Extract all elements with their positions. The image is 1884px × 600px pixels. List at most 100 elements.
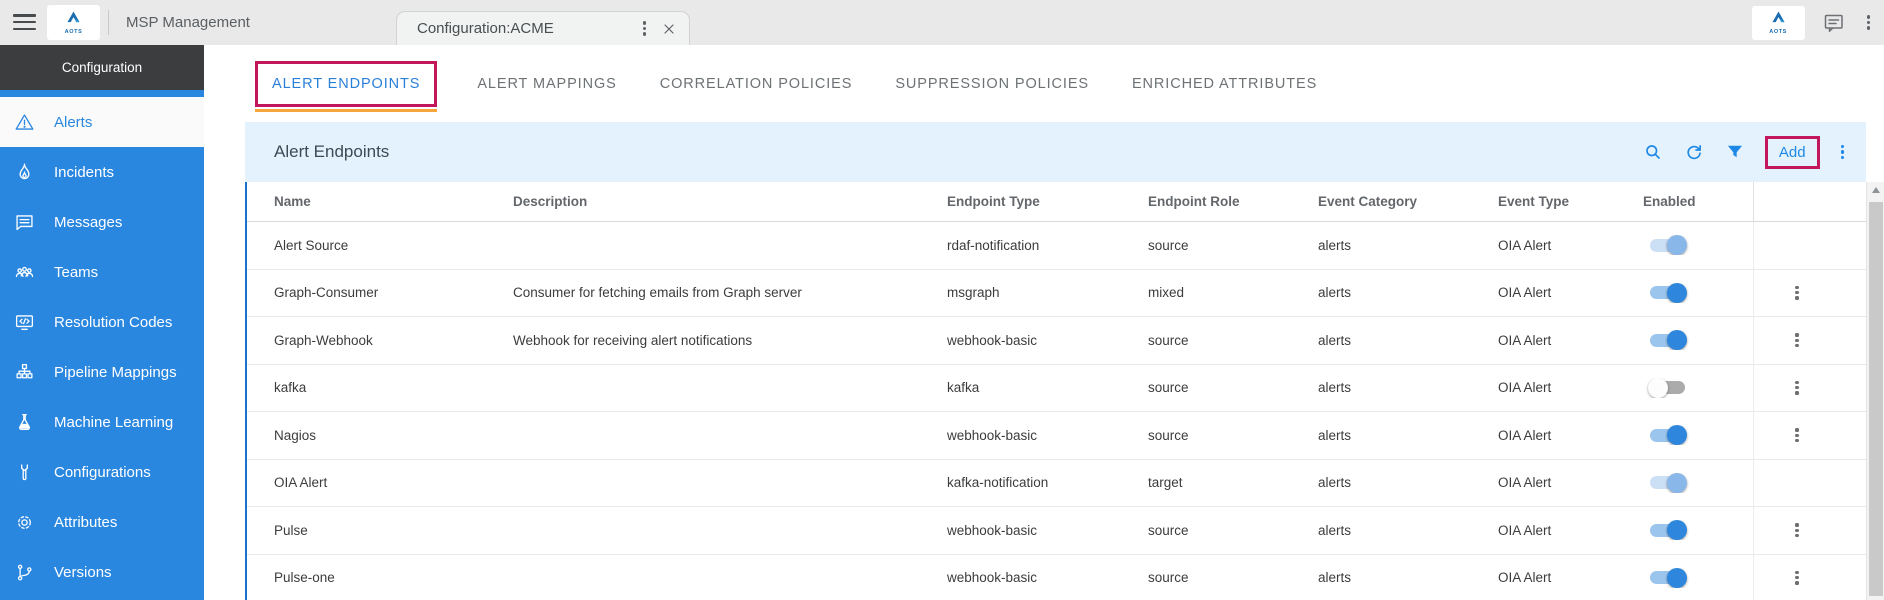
cell-event-type: OIA Alert bbox=[1498, 475, 1643, 490]
sidebar-item-pipeline-mappings[interactable]: Pipeline Mappings bbox=[0, 347, 204, 397]
table-header-row: Name Description Endpoint Type Endpoint … bbox=[247, 182, 1866, 222]
cell-endpoint-type: msgraph bbox=[947, 285, 1148, 300]
main-tab-suppression-policies[interactable]: SUPPRESSION POLICIES bbox=[892, 61, 1092, 107]
sidebar-item-teams[interactable]: Teams bbox=[0, 247, 204, 297]
cell-event-category: alerts bbox=[1318, 523, 1498, 538]
resolution-codes-icon bbox=[14, 312, 35, 333]
cell-event-type: OIA Alert bbox=[1498, 523, 1643, 538]
table-toolbar: Alert Endpoints Add bbox=[245, 122, 1866, 182]
cell-endpoint-type: webhook-basic bbox=[947, 428, 1148, 443]
cell-actions bbox=[1753, 365, 1866, 412]
vertical-scrollbar[interactable] bbox=[1866, 182, 1884, 600]
tab-msp-management[interactable]: MSP Management bbox=[126, 0, 250, 45]
cell-name: Graph-Consumer bbox=[274, 285, 513, 300]
row-menu-icon[interactable] bbox=[1792, 425, 1801, 445]
cell-event-type: OIA Alert bbox=[1498, 238, 1643, 253]
sidebar-item-messages[interactable]: Messages bbox=[0, 197, 204, 247]
refresh-icon[interactable] bbox=[1683, 141, 1705, 163]
sidebar-item-versions[interactable]: Versions bbox=[0, 547, 204, 597]
row-menu-icon[interactable] bbox=[1792, 568, 1801, 588]
column-header-endpoint-role: Endpoint Role bbox=[1148, 194, 1318, 209]
cell-name: OIA Alert bbox=[274, 475, 513, 490]
column-header-description: Description bbox=[513, 194, 947, 209]
tab-close-icon[interactable] bbox=[661, 21, 677, 37]
sidebar-header: Configuration bbox=[0, 45, 204, 90]
app-logo[interactable]: AOTS bbox=[47, 5, 100, 40]
sidebar-item-label: Pipeline Mappings bbox=[54, 364, 177, 381]
enabled-toggle[interactable] bbox=[1649, 378, 1686, 398]
pipeline-mappings-icon bbox=[14, 362, 35, 383]
cell-event-type: OIA Alert bbox=[1498, 428, 1643, 443]
main-tab-label: CORRELATION POLICIES bbox=[660, 76, 853, 92]
cell-endpoint-role: source bbox=[1148, 570, 1318, 585]
cell-enabled bbox=[1643, 520, 1753, 540]
main-tab-label: ENRICHED ATTRIBUTES bbox=[1132, 76, 1317, 92]
cell-actions bbox=[1753, 460, 1866, 507]
sidebar-item-alerts[interactable]: Alerts bbox=[0, 97, 204, 147]
tab-menu-icon[interactable] bbox=[643, 21, 646, 36]
main-tab-enriched-attributes[interactable]: ENRICHED ATTRIBUTES bbox=[1129, 61, 1320, 107]
cell-endpoint-type: rdaf-notification bbox=[947, 238, 1148, 253]
sidebar-item-label: Incidents bbox=[54, 164, 114, 181]
menu-icon[interactable] bbox=[13, 14, 36, 34]
sidebar-item-attributes[interactable]: Attributes bbox=[0, 497, 204, 547]
row-menu-icon[interactable] bbox=[1792, 378, 1801, 398]
sidebar-item-incidents[interactable]: Incidents bbox=[0, 147, 204, 197]
sidebar-item-configurations[interactable]: Configurations bbox=[0, 447, 204, 497]
main-tab-label: ALERT ENDPOINTS bbox=[272, 76, 420, 92]
cell-event-category: alerts bbox=[1318, 285, 1498, 300]
main-tab-label: ALERT MAPPINGS bbox=[477, 76, 616, 92]
cell-description: Webhook for receiving alert notification… bbox=[513, 333, 947, 348]
enabled-toggle[interactable] bbox=[1649, 330, 1686, 350]
more-options-icon[interactable] bbox=[1863, 11, 1874, 34]
chat-icon[interactable] bbox=[1822, 11, 1846, 35]
aots-home-button[interactable]: AOTS bbox=[1752, 6, 1805, 40]
filter-icon[interactable] bbox=[1724, 141, 1746, 163]
cell-enabled bbox=[1643, 378, 1753, 398]
cell-event-category: alerts bbox=[1318, 238, 1498, 253]
cell-endpoint-role: source bbox=[1148, 523, 1318, 538]
main-tab-alert-endpoints[interactable]: ALERT ENDPOINTS bbox=[255, 61, 437, 107]
table-row-graph-consumer: Graph-Consumer Consumer for fetching ema… bbox=[247, 270, 1866, 318]
search-icon[interactable] bbox=[1642, 141, 1664, 163]
sidebar-item-label: Machine Learning bbox=[54, 414, 173, 431]
enabled-toggle[interactable] bbox=[1649, 235, 1686, 255]
enabled-toggle[interactable] bbox=[1649, 425, 1686, 445]
enabled-toggle[interactable] bbox=[1649, 520, 1686, 540]
cell-name: Alert Source bbox=[274, 238, 513, 253]
scrollbar-thumb[interactable] bbox=[1869, 202, 1883, 596]
enabled-toggle[interactable] bbox=[1649, 568, 1686, 588]
sidebar-item-label: Teams bbox=[54, 264, 98, 281]
table-row-graph-webhook: Graph-Webhook Webhook for receiving aler… bbox=[247, 317, 1866, 365]
row-menu-icon[interactable] bbox=[1792, 520, 1801, 540]
column-header-enabled: Enabled bbox=[1643, 194, 1753, 209]
cell-endpoint-type: webhook-basic bbox=[947, 333, 1148, 348]
versions-icon bbox=[14, 562, 35, 583]
cell-name: Graph-Webhook bbox=[274, 333, 513, 348]
row-menu-icon[interactable] bbox=[1792, 283, 1801, 303]
sidebar: Configuration Alerts Incidents Messages … bbox=[0, 45, 204, 600]
cell-event-category: alerts bbox=[1318, 475, 1498, 490]
aots-logo-icon bbox=[65, 10, 82, 30]
enabled-toggle[interactable] bbox=[1649, 283, 1686, 303]
add-button[interactable]: Add bbox=[1765, 136, 1820, 169]
cell-description: Consumer for fetching emails from Graph … bbox=[513, 285, 947, 300]
cell-actions bbox=[1753, 507, 1866, 554]
enabled-toggle[interactable] bbox=[1649, 473, 1686, 493]
main-tab-alert-mappings[interactable]: ALERT MAPPINGS bbox=[474, 61, 619, 107]
row-menu-icon[interactable] bbox=[1792, 330, 1801, 350]
cell-enabled bbox=[1643, 425, 1753, 445]
sidebar-items: Alerts Incidents Messages Teams Resoluti… bbox=[0, 90, 204, 597]
sidebar-item-machine-learning[interactable]: Machine Learning bbox=[0, 397, 204, 447]
sidebar-item-resolution-codes[interactable]: Resolution Codes bbox=[0, 297, 204, 347]
cell-actions bbox=[1753, 222, 1866, 269]
aots-logo-icon bbox=[1770, 10, 1787, 30]
attributes-icon bbox=[14, 512, 35, 533]
toolbar-more-options-icon[interactable] bbox=[1839, 143, 1846, 162]
teams-icon bbox=[14, 262, 35, 283]
tab-configuration-acme[interactable]: Configuration:ACME bbox=[396, 11, 690, 45]
scroll-up-arrow-icon[interactable] bbox=[1872, 187, 1880, 193]
main-tab-correlation-policies[interactable]: CORRELATION POLICIES bbox=[657, 61, 856, 107]
sidebar-item-label: Attributes bbox=[54, 514, 117, 531]
table-row-pulse-one: Pulse-one webhook-basic source alerts OI… bbox=[247, 555, 1866, 600]
